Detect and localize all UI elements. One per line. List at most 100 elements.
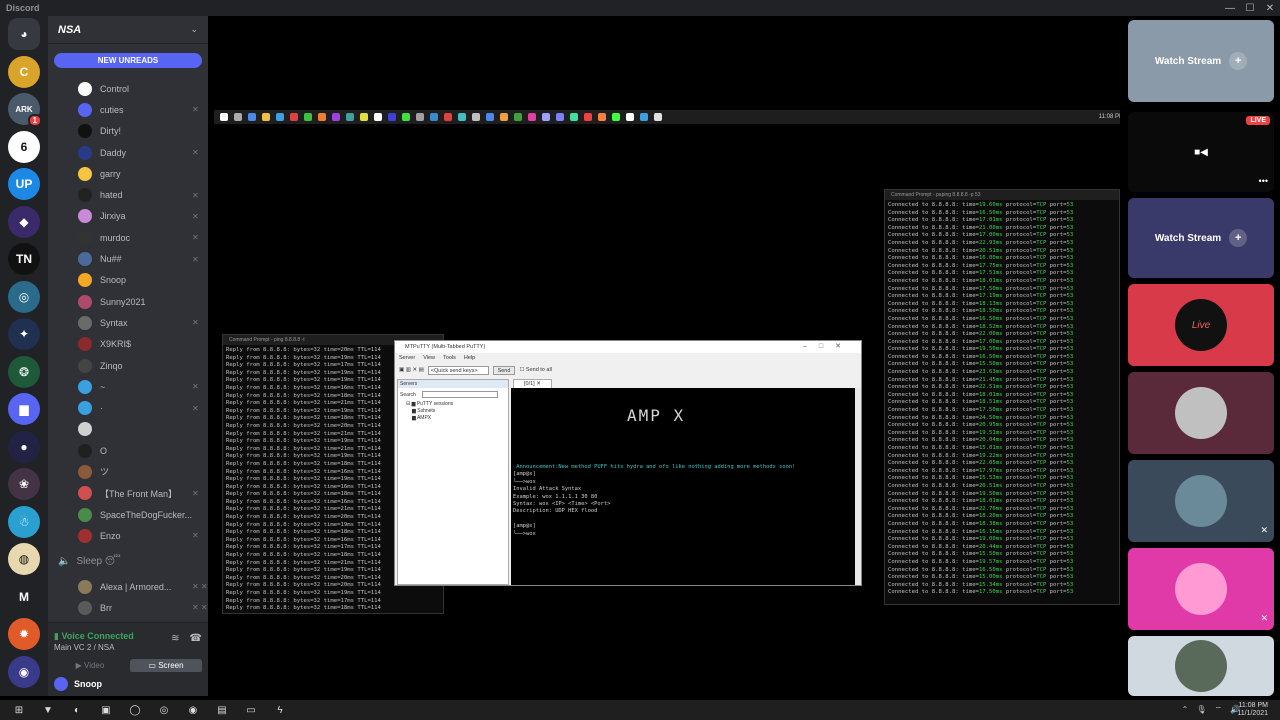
minimize-icon[interactable]: — [1220, 3, 1240, 14]
video-button[interactable]: ▶ Video [54, 659, 126, 673]
add-icon[interactable]: + [1229, 52, 1248, 70]
voice-member[interactable] [48, 419, 208, 440]
server-globe-icon[interactable]: ◎ [8, 280, 40, 313]
voice-member[interactable]: 【The Front Man】 ✕ [48, 483, 208, 504]
search-input[interactable] [421, 391, 498, 398]
server-cream-icon[interactable]: ◍ [8, 543, 40, 575]
stream-tile[interactable]: Watch Stream + [1128, 20, 1274, 102]
voice-member[interactable]: ~ ✕ [48, 376, 208, 397]
mic-icon[interactable]: 🎙 [1196, 705, 1206, 715]
server-dark-icon[interactable]: ● [8, 430, 40, 463]
server-m-icon[interactable]: M [8, 580, 40, 613]
screen-button[interactable]: ▭ Screen [130, 659, 202, 673]
stream-tile[interactable] [1128, 636, 1274, 696]
start-icon[interactable]: ⊞ [9, 700, 29, 720]
taskbar-app-icon[interactable]: ◐ [67, 700, 87, 720]
voice-member[interactable]: Nu## ✕ [48, 248, 208, 269]
watch-stream-button[interactable]: Watch Stream + [1128, 198, 1274, 278]
noise-suppression-icon[interactable]: ≋ [171, 633, 179, 644]
stream-tile[interactable]: ✕ [1128, 548, 1274, 630]
taskbar-app-icon[interactable]: ◎ [154, 700, 174, 720]
taskbar-app-icon[interactable]: ϟ [270, 700, 290, 720]
voice-channel-sleep[interactable]: 🔈 Sleep 😴 [58, 556, 121, 567]
taskbar-app-icon[interactable]: ▼ [38, 700, 58, 720]
disconnect-icon[interactable]: ☎ [190, 633, 202, 644]
server-tn-icon[interactable]: TN [8, 243, 40, 275]
taskbar-app-icon[interactable]: ▭ [241, 700, 261, 720]
voice-member[interactable]: SpaceTheDogFucker... [48, 504, 208, 525]
voice-member[interactable]: Jirxiya ✕ [48, 206, 208, 227]
close-icon[interactable]: ✕ [1260, 3, 1280, 14]
server-cheat-icon[interactable]: C [8, 55, 40, 88]
voice-member[interactable]: Sunny2021 [48, 291, 208, 312]
new-unreads-pill[interactable]: NEW UNREADS [54, 53, 202, 68]
voice-member[interactable]: Enzo ✕ [48, 525, 208, 546]
menu-item[interactable]: Help [464, 355, 475, 361]
taskbar-app-icon[interactable]: ▤ [212, 700, 232, 720]
voice-member[interactable]: Control [48, 78, 208, 99]
menu-item[interactable]: View [423, 355, 435, 361]
tree-item[interactable]: ▆ Sshnets [406, 408, 508, 415]
server-green-icon[interactable]: ❂ [8, 355, 40, 388]
send-all-checkbox[interactable]: ☐ Send to all [519, 367, 551, 373]
voice-member[interactable]: X9KRI$ [48, 334, 208, 355]
more-icon[interactable]: ••• [1259, 176, 1268, 186]
maximize-icon[interactable]: ☐ [1240, 3, 1260, 14]
server-eye-icon[interactable]: ◉ [8, 655, 40, 688]
menu-item[interactable]: Server [399, 355, 415, 361]
server-up-icon[interactable]: UP [8, 168, 40, 200]
guild-header[interactable]: NSA ⌄ [48, 16, 208, 44]
server-6-icon[interactable]: 6 [8, 130, 40, 163]
server-ark-icon[interactable]: ARK 1 [8, 93, 42, 127]
server-night-icon[interactable]: ✦ [8, 318, 40, 350]
taskbar-app-icon[interactable]: ▣ [96, 700, 116, 720]
voice-member[interactable]: hated ✕ [48, 184, 208, 205]
chevron-up-icon[interactable]: ⌃ [1182, 705, 1189, 715]
voice-member[interactable]: ツ [48, 461, 208, 482]
taskbar-app-icon[interactable]: ◉ [183, 700, 203, 720]
tree-item[interactable]: ▆ AMPX [406, 415, 508, 422]
wifi-icon[interactable]: ⌔ [1215, 705, 1223, 715]
toolbar-icons[interactable]: ▣ ▥ ✕ ▤ [399, 367, 424, 373]
server-purple-icon[interactable]: ◆ [8, 205, 40, 238]
menu-item[interactable]: Tools [443, 355, 456, 361]
stream-tile[interactable]: Watch Stream + [1128, 198, 1274, 278]
voice-member[interactable]: Syntax ✕ [48, 312, 208, 333]
folder-icon[interactable]: ▆ [8, 393, 40, 425]
chevron-down-icon[interactable]: ⌄ [190, 24, 198, 35]
voice-member[interactable]: cuties ✕ [48, 99, 208, 120]
voice-member[interactable]: murdoc ✕ [48, 227, 208, 248]
voice-member[interactable]: Snoop [48, 270, 208, 291]
terminal-scrollbar[interactable] [855, 388, 861, 585]
send-button[interactable]: Send [492, 365, 516, 375]
stream-tile[interactable]: LIVE ■◀ ••• [1128, 112, 1274, 192]
voice-member[interactable]: Daddy ✕ [48, 142, 208, 163]
taskbar-app-icon [402, 113, 410, 121]
voice-member[interactable]: Alexa | Armored... ✕ ✕ [48, 576, 208, 597]
taskbar-app-icon[interactable]: ◯ [125, 700, 145, 720]
watch-stream-button[interactable]: Watch Stream + [1128, 20, 1274, 102]
voice-member[interactable]: O [48, 440, 208, 461]
putty-window-controls[interactable]: –□✕ [803, 341, 853, 353]
stream-tile[interactable] [1128, 372, 1274, 454]
stream-tile[interactable]: ✕ [1128, 460, 1274, 542]
voice-member[interactable]: Zinqo [48, 355, 208, 376]
tree-item[interactable]: ⊟ ▆ PuTTY sessions [406, 401, 508, 408]
putty-terminal[interactable]: AMP X Announcement:New method PUFF hits … [511, 388, 855, 585]
voice-member[interactable]: Brr ✕ ✕ [48, 597, 208, 618]
quick-send-select[interactable]: <Quick send keys> [427, 365, 489, 375]
avatar [78, 528, 92, 543]
session-tab[interactable]: [0/1] ✕ [513, 379, 552, 388]
stream-view[interactable]: 11:08 PM Command Prompt - ping 8.8.8.8 -… [208, 16, 1128, 696]
server-anime-icon[interactable]: ❀ [8, 468, 40, 500]
voice-member[interactable]: · ✕ [48, 397, 208, 418]
clock[interactable]: 11:08 PM 11/1/2021 [1237, 702, 1268, 718]
server-snow-icon[interactable]: ☃ [8, 505, 40, 538]
add-icon[interactable]: + [1229, 229, 1248, 247]
avatar[interactable] [54, 677, 68, 691]
stream-tile[interactable]: Live [1128, 284, 1274, 366]
discord-home-icon[interactable]: ◕ [8, 18, 40, 50]
server-fire-icon[interactable]: ✹ [8, 618, 40, 650]
voice-member[interactable]: garry [48, 163, 208, 184]
voice-member[interactable]: Dirty! [48, 121, 208, 142]
